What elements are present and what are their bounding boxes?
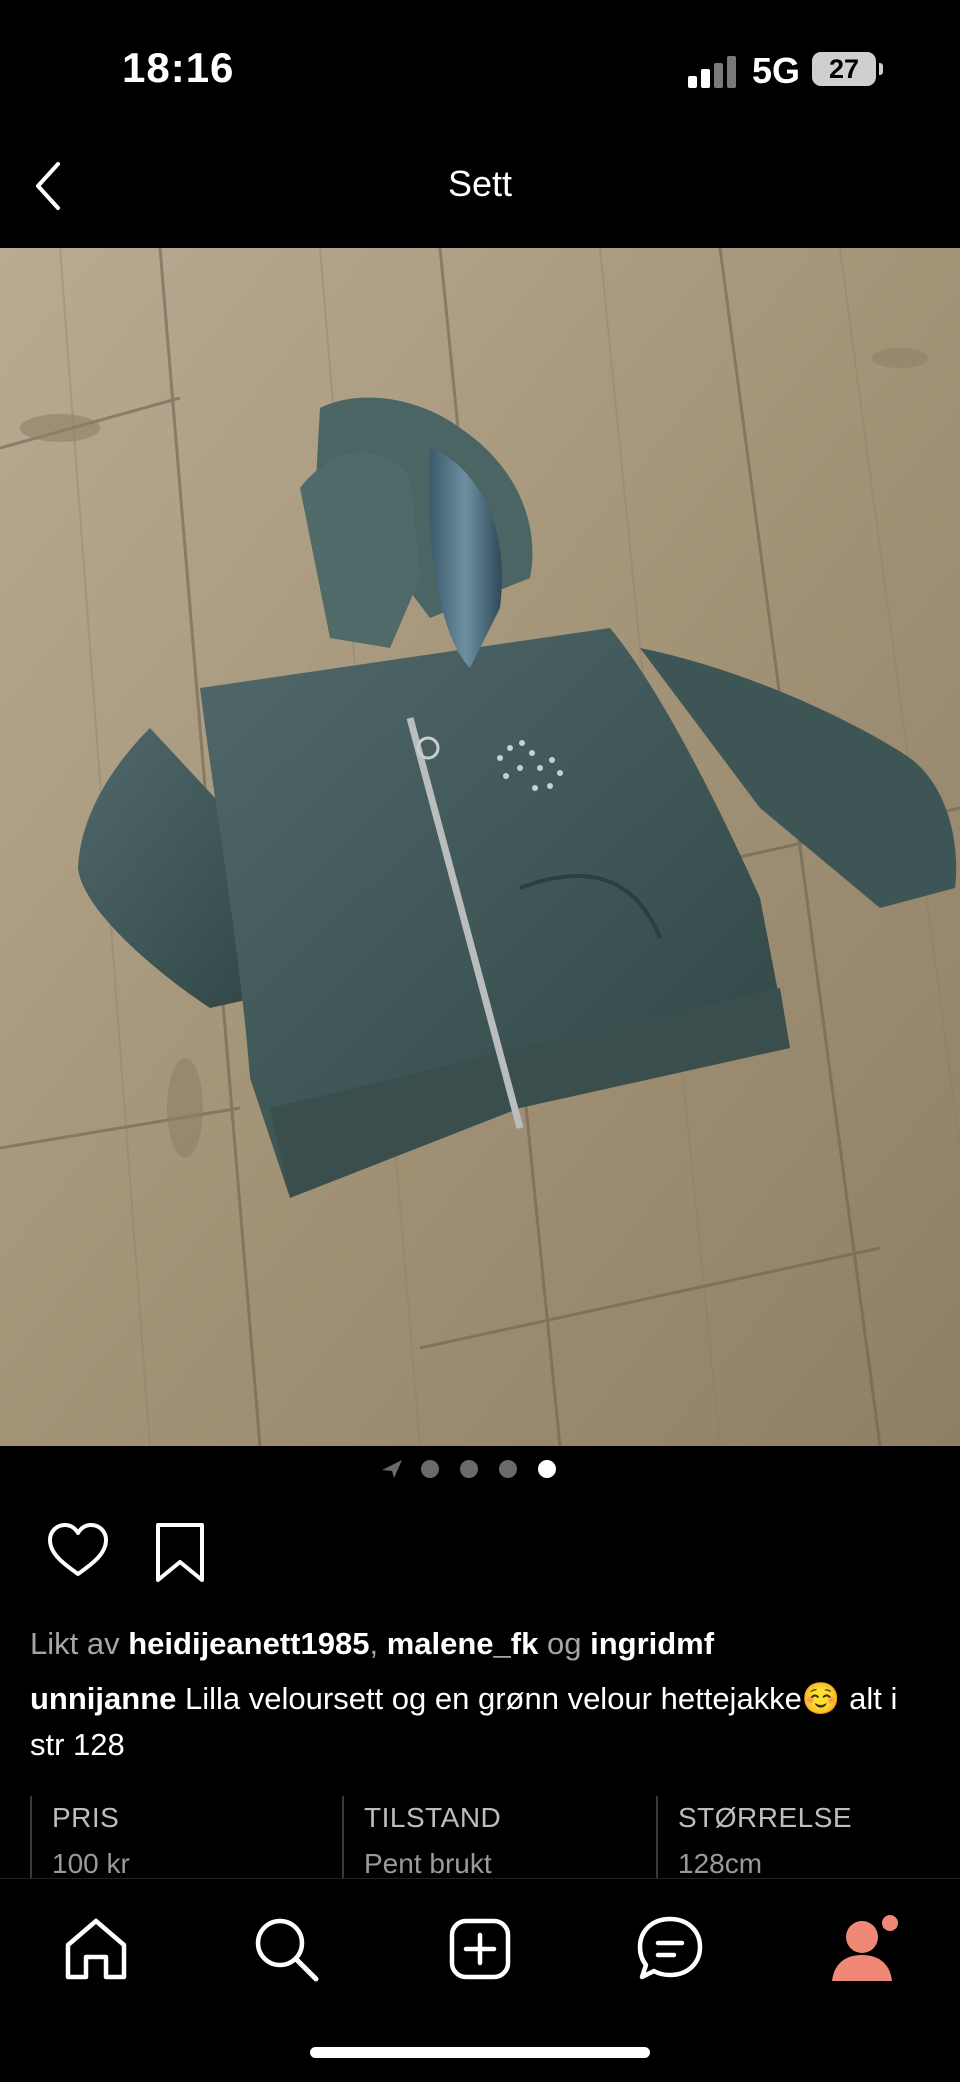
spec-size: STØRRELSE 128cm [656, 1796, 852, 1878]
carousel-dot[interactable] [460, 1460, 478, 1478]
spec-value: 128cm [678, 1848, 763, 1878]
cellular-signal-icon [688, 56, 738, 88]
carousel-dot[interactable] [499, 1460, 517, 1478]
liker-username[interactable]: malene_fk [387, 1626, 539, 1661]
tab-add-listing[interactable] [440, 1909, 520, 1989]
liked-by-conjunction: og [546, 1626, 582, 1661]
liker-separator: , [369, 1626, 379, 1661]
home-icon [65, 1918, 127, 1980]
spec-condition: TILSTAND Pent brukt [342, 1796, 501, 1878]
carousel-indicator [0, 1456, 960, 1482]
page-title: Sett [447, 163, 513, 204]
spec-value: 100 kr [52, 1848, 130, 1878]
home-indicator [310, 2047, 650, 2058]
spec-label: PRIS [52, 1802, 120, 1833]
carousel-dot-active[interactable] [538, 1460, 556, 1478]
spec-label: STØRRELSE [678, 1802, 853, 1833]
save-button[interactable] [152, 1520, 208, 1586]
bookmark-icon [156, 1523, 204, 1582]
post-caption: unnijanne Lilla veloursett og en grønn v… [30, 1676, 930, 1768]
liker-username[interactable]: heidijeanett1985 [128, 1626, 369, 1661]
add-icon [449, 1918, 511, 1980]
like-button[interactable] [46, 1520, 110, 1580]
tab-profile[interactable] [822, 1909, 902, 1989]
heart-icon [48, 1523, 108, 1576]
battery-icon: 27 [812, 52, 883, 86]
tab-home[interactable] [56, 1909, 136, 1989]
carousel-dot[interactable] [421, 1460, 439, 1478]
messages-icon [637, 1916, 703, 1980]
hoodie-photo-image [0, 248, 960, 1446]
location-arrow-icon [382, 1460, 402, 1478]
network-type: 5G [752, 50, 801, 91]
bottom-tab-bar [0, 1878, 960, 2082]
product-specs: PRIS 100 kr TILSTAND Pent brukt STØRRELS… [0, 1796, 960, 1878]
liker-username[interactable]: ingridmf [590, 1626, 714, 1661]
tab-messages[interactable] [630, 1909, 710, 1989]
product-photo[interactable] [0, 248, 960, 1446]
author-username[interactable]: unnijanne [30, 1681, 176, 1716]
spec-value: Pent brukt [364, 1848, 492, 1878]
profile-icon [832, 1915, 898, 1981]
search-icon [255, 1918, 319, 1982]
post-actions [0, 1520, 960, 1590]
status-bar: 18:16 5G 27 [0, 0, 960, 140]
status-time: 18:16 [122, 44, 235, 91]
navigation-bar: Sett [0, 140, 960, 248]
liked-by-prefix: Likt av [30, 1626, 120, 1661]
liked-by: Likt av heidijeanett1985, malene_fk og i… [30, 1626, 714, 1662]
spec-price: PRIS 100 kr [30, 1796, 130, 1878]
tab-search[interactable] [246, 1909, 326, 1989]
spec-label: TILSTAND [364, 1802, 502, 1833]
